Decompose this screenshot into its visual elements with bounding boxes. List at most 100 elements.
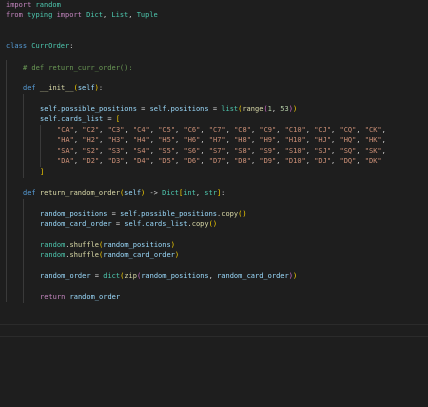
string: "S6" xyxy=(183,147,201,155)
string: "H7" xyxy=(208,136,226,144)
type: str xyxy=(204,189,217,197)
code-line-2: from typing import Dict, List, Tuple xyxy=(6,11,158,19)
string: "HJ" xyxy=(314,136,332,144)
code-line-random-card-order: random_card_order = self.cards_list.copy… xyxy=(40,220,218,228)
keyword: def xyxy=(23,189,36,197)
attribute: self.cards_list xyxy=(124,220,188,228)
string: "C4" xyxy=(132,126,150,134)
string: "C7" xyxy=(208,126,226,134)
class-name: CurrOrder xyxy=(31,42,70,50)
string: "C8" xyxy=(234,126,251,134)
string: "HA" xyxy=(57,136,74,144)
code-line-shuffle-positions: random.shuffle(random_positions) xyxy=(40,241,175,249)
string: "C10" xyxy=(284,126,306,134)
indent-guide xyxy=(23,199,24,303)
string: "C5" xyxy=(158,126,176,134)
method: copy xyxy=(191,220,209,228)
string: "H4" xyxy=(132,136,150,144)
string: "H3" xyxy=(107,136,125,144)
keyword: def xyxy=(23,84,36,92)
keyword: from xyxy=(6,11,23,19)
comment: # def return_curr_order(): xyxy=(23,64,133,72)
argument: random_positions xyxy=(141,272,209,280)
string: "S10" xyxy=(284,147,306,155)
attribute: self.possible_positions xyxy=(40,105,137,113)
method: copy xyxy=(221,210,239,218)
type: int xyxy=(183,189,196,197)
string: "SQ" xyxy=(339,147,357,155)
param: self xyxy=(77,84,95,92)
code-line-clubs: "CA", "C2", "C3", "C4", "C5", "C6", "C7"… xyxy=(57,126,386,134)
indent-guide xyxy=(40,125,41,167)
code-line-return-random-order: def return_random_order(self) -> Dict[in… xyxy=(23,189,226,197)
string: "H6" xyxy=(183,136,201,144)
string: "H2" xyxy=(82,136,100,144)
code-line-close-bracket: ] xyxy=(40,168,45,176)
string: "DK" xyxy=(364,157,382,165)
module-name: typing xyxy=(27,11,53,19)
argument: random_positions xyxy=(103,241,171,249)
string: "D9" xyxy=(259,157,277,165)
module-name: random xyxy=(40,251,66,259)
function-name: __init__ xyxy=(39,84,74,92)
keyword: class xyxy=(6,42,28,50)
builtin-function: dict xyxy=(103,272,121,280)
code-line-positions: self.possible_positions = self.positions… xyxy=(40,105,298,113)
builtin-function: list xyxy=(221,105,239,113)
argument: random_card_order xyxy=(217,272,289,280)
string: "DA" xyxy=(57,157,74,165)
string: "S2" xyxy=(82,147,100,155)
variable: random_order xyxy=(40,272,91,280)
string: "D10" xyxy=(284,157,306,165)
string: "D6" xyxy=(183,157,201,165)
import-name: List xyxy=(111,11,129,19)
string: "H9" xyxy=(259,136,277,144)
string: "H5" xyxy=(158,136,176,144)
keyword: return xyxy=(40,293,66,301)
string: "S9" xyxy=(259,147,277,155)
code-line-spades: "SA", "S2", "S3", "S4", "S5", "S6", "S7"… xyxy=(57,147,386,155)
attribute: self.possible_positions xyxy=(120,210,218,218)
string: "H8" xyxy=(234,136,251,144)
attribute: self.positions xyxy=(149,105,209,113)
module-name: random xyxy=(40,241,66,249)
string: "CA" xyxy=(57,126,74,134)
code-line-shuffle-cards: random.shuffle(random_card_order) xyxy=(40,251,180,259)
string: "D8" xyxy=(234,157,251,165)
string: "DJ" xyxy=(314,157,332,165)
string: "S7" xyxy=(208,147,226,155)
string: "C9" xyxy=(259,126,277,134)
string: "CK" xyxy=(364,126,382,134)
string: "D7" xyxy=(208,157,226,165)
indent-guide xyxy=(23,94,24,178)
string: "C6" xyxy=(183,126,201,134)
import-name: Dict xyxy=(86,11,103,19)
string: "S8" xyxy=(234,147,251,155)
code-line-random-positions: random_positions = self.possible_positio… xyxy=(40,210,247,218)
variable: random_card_order xyxy=(40,220,112,228)
string: "SJ" xyxy=(314,147,332,155)
string: "D4" xyxy=(132,157,150,165)
code-line-diamonds: "DA", "D2", "D3", "D4", "D5", "D6", "D7"… xyxy=(57,157,382,165)
string: "C3" xyxy=(107,126,125,134)
module-name: random xyxy=(35,1,61,9)
param: self xyxy=(124,189,142,197)
number: 53 xyxy=(280,105,289,113)
code-line-hearts: "HA", "H2", "H3", "H4", "H5", "H6", "H7"… xyxy=(57,136,386,144)
string: "HK" xyxy=(364,136,382,144)
variable: random_positions xyxy=(40,210,108,218)
current-line-highlight xyxy=(0,324,428,337)
code-editor[interactable]: import random from typing import Dict, L… xyxy=(0,0,428,407)
argument: random_card_order xyxy=(103,251,175,259)
string: "HQ" xyxy=(339,136,357,144)
string: "D2" xyxy=(82,157,100,165)
string: "H10" xyxy=(284,136,306,144)
method: shuffle xyxy=(69,251,100,259)
indent-guide xyxy=(6,60,7,302)
code-line-1: import random xyxy=(6,0,61,10)
string: "S4" xyxy=(132,147,150,155)
string: "SK" xyxy=(364,147,382,155)
code-line-init: def __init__(self): xyxy=(23,84,104,92)
type: Dict xyxy=(162,189,179,197)
keyword: import xyxy=(6,1,32,9)
